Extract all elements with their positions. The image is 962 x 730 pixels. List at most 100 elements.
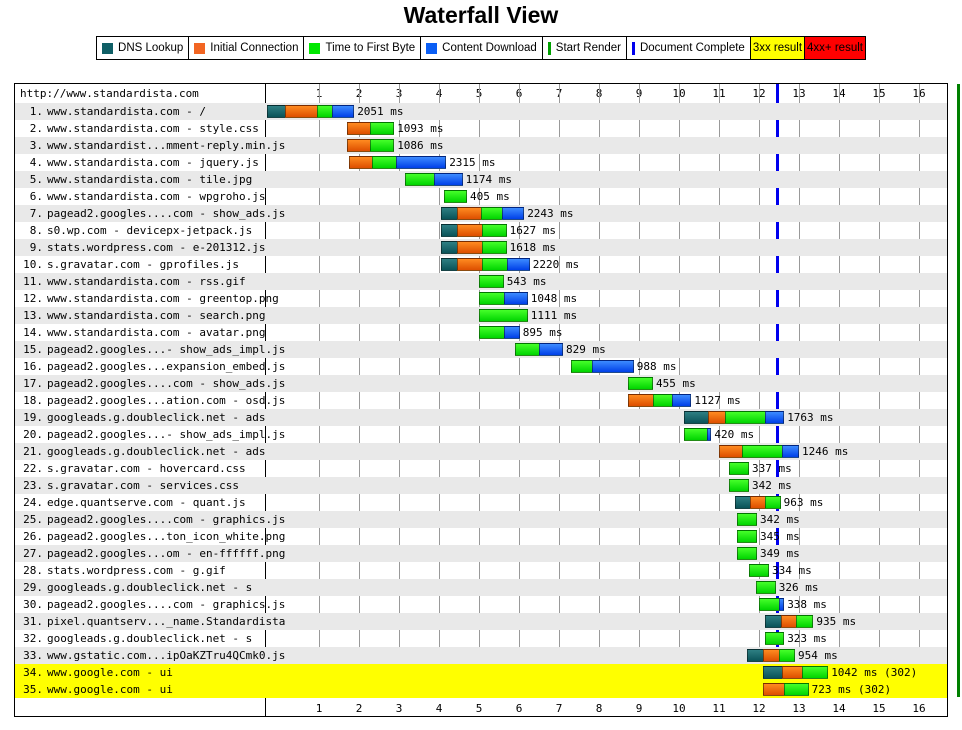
bar-segment-conn <box>719 445 743 458</box>
waterfall-bar[interactable] <box>737 547 757 560</box>
waterfall-bar[interactable] <box>267 105 355 118</box>
waterfall-bar[interactable] <box>765 632 785 645</box>
legend-label: DNS Lookup <box>118 42 184 54</box>
bar-duration-label: 723 ms (302) <box>811 683 892 696</box>
table-row[interactable]: 18. pagead2.googles...ation.com - osd.js 1… <box>15 392 947 409</box>
table-row[interactable]: 22. s.gravatar.com - hovercard.css 337 ms <box>15 460 947 477</box>
table-row[interactable]: 25. pagead2.googles....com - graphics.js 3… <box>15 511 947 528</box>
waterfall-bar[interactable] <box>628 394 692 407</box>
row-index: 8. <box>29 224 43 237</box>
waterfall-bar[interactable] <box>347 139 395 152</box>
table-row[interactable]: 3. www.standardist...mment-reply.min.js 10… <box>15 137 947 154</box>
waterfall-bar[interactable] <box>763 683 809 696</box>
x-tick-label: 2 <box>355 702 363 715</box>
table-row[interactable]: 9. stats.wordpress.com - e-201312.js 1618 … <box>15 239 947 256</box>
table-row[interactable]: 26. pagead2.googles...ton_icon_white.png 3… <box>15 528 947 545</box>
x-tick-label: 13 <box>792 87 806 100</box>
table-row[interactable]: 23. s.gravatar.com - services.css 342 ms <box>15 477 947 494</box>
table-row[interactable]: 29. googleads.g.doubleclick.net - s 326 ms <box>15 579 947 596</box>
table-row[interactable]: 31. pixel.quantserv..._name.Standardista 9… <box>15 613 947 630</box>
waterfall-bar[interactable] <box>765 615 814 628</box>
table-row[interactable]: 35. www.google.com - ui 723 ms (302) <box>15 681 947 698</box>
waterfall-bar[interactable] <box>441 258 530 271</box>
waterfall-bar[interactable] <box>441 207 525 220</box>
bar-segment-conn <box>763 649 779 662</box>
row-track: 1086 ms <box>266 137 949 154</box>
waterfall-bar[interactable] <box>759 598 785 611</box>
table-row[interactable]: 6. www.standardista.com - wpgroho.js 405 m… <box>15 188 947 205</box>
waterfall-bar[interactable] <box>571 360 634 373</box>
table-row[interactable]: 28. stats.wordpress.com - g.gif 334 ms <box>15 562 947 579</box>
row-index: 23. <box>23 479 43 492</box>
table-row[interactable]: 11. www.standardista.com - rss.gif 543 ms <box>15 273 947 290</box>
row-resource-name: www.standardista.com - avatar.png <box>47 326 266 339</box>
x-tick-label: 6 <box>515 702 523 715</box>
waterfall-bar[interactable] <box>441 241 507 254</box>
waterfall-bar[interactable] <box>479 292 528 305</box>
row-index: 13. <box>23 309 43 322</box>
table-row[interactable]: 14. www.standardista.com - avatar.png 895 … <box>15 324 947 341</box>
table-row[interactable]: 7. pagead2.googles....com - show_ads.js 22… <box>15 205 947 222</box>
bar-segment-dns <box>441 207 457 220</box>
table-row[interactable]: 20. pagead2.googles...- show_ads_impl.js 4… <box>15 426 947 443</box>
row-index: 26. <box>23 530 43 543</box>
waterfall-bar[interactable] <box>749 564 769 577</box>
time-to-first-byte-swatch-icon <box>309 42 321 54</box>
table-row[interactable]: 24. edge.quantserve.com - quant.js 963 ms <box>15 494 947 511</box>
table-row[interactable]: 4. www.standardista.com - jquery.js 2315 m… <box>15 154 947 171</box>
waterfall-bar[interactable] <box>443 190 467 203</box>
table-row[interactable]: 12. www.standardista.com - greentop.png 10… <box>15 290 947 307</box>
waterfall-bar[interactable] <box>479 275 504 288</box>
waterfall-bar[interactable] <box>735 496 781 509</box>
waterfall-bar[interactable] <box>747 649 795 662</box>
table-row[interactable]: 2. www.standardista.com - style.css 1093 m… <box>15 120 947 137</box>
waterfall-bar[interactable] <box>737 530 757 543</box>
bar-segment-ttfb <box>749 564 769 577</box>
table-row[interactable]: 30. pagead2.googles....com - graphics.js 3… <box>15 596 947 613</box>
table-row[interactable]: 1. www.standardista.com - / 2051 ms <box>15 103 947 120</box>
waterfall-bar[interactable] <box>755 581 776 594</box>
table-row[interactable]: 8. s0.wp.com - devicepx-jetpack.js 1627 ms <box>15 222 947 239</box>
legend-item-4xx-result: 4xx+ result <box>805 37 865 59</box>
row-label: 13. www.standardista.com - search.png <box>15 307 265 324</box>
table-row[interactable]: 27. pagead2.googles...om - en-ffffff.png 3… <box>15 545 947 562</box>
waterfall-bar[interactable] <box>479 309 528 322</box>
waterfall-bar[interactable] <box>737 513 757 526</box>
waterfall-bar[interactable] <box>729 479 749 492</box>
waterfall-bar[interactable] <box>349 156 447 169</box>
table-row[interactable]: 34. www.google.com - ui 1042 ms (302) <box>15 664 947 681</box>
marker-start-render <box>957 84 961 697</box>
row-track: 963 ms <box>266 494 949 511</box>
waterfall-bar[interactable] <box>441 224 507 237</box>
table-row[interactable]: 33. www.gstatic.com...ipOaKZTru4QCmk0.js 9… <box>15 647 947 664</box>
bar-duration-label: 345 ms <box>760 530 800 543</box>
table-row[interactable]: 5. www.standardista.com - tile.jpg 1174 ms <box>15 171 947 188</box>
waterfall-bar[interactable] <box>515 343 563 356</box>
table-row[interactable]: 10. s.gravatar.com - gprofiles.js 2220 ms <box>15 256 947 273</box>
row-track: 2220 ms <box>266 256 949 273</box>
row-label: 1. www.standardista.com - / <box>15 103 265 120</box>
row-resource-name: www.standardista.com - search.png <box>47 309 266 322</box>
waterfall-bar[interactable] <box>719 445 799 458</box>
waterfall-bar[interactable] <box>684 428 712 441</box>
table-row[interactable]: 16. pagead2.googles...expansion_embed.js 9… <box>15 358 947 375</box>
row-track: 1763 ms <box>266 409 949 426</box>
bar-duration-label: 963 ms <box>783 496 824 509</box>
waterfall-bar[interactable] <box>405 173 463 186</box>
bar-segment-conn <box>347 139 371 152</box>
table-row[interactable]: 32. googleads.g.doubleclick.net - s 323 ms <box>15 630 947 647</box>
table-row[interactable]: 19. googleads.g.doubleclick.net - ads 1763… <box>15 409 947 426</box>
waterfall-bar[interactable] <box>684 411 785 424</box>
row-track: 345 ms <box>266 528 949 545</box>
waterfall-bar[interactable] <box>628 377 653 390</box>
row-resource-name: s.gravatar.com - hovercard.css <box>47 462 246 475</box>
waterfall-bar[interactable] <box>347 122 395 135</box>
table-row[interactable]: 17. pagead2.googles....com - show_ads.js 4… <box>15 375 947 392</box>
waterfall-bar[interactable] <box>479 326 520 339</box>
table-row[interactable]: 13. www.standardista.com - search.png 1111… <box>15 307 947 324</box>
table-row[interactable]: 15. pagead2.googles...- show_ads_impl.js 8… <box>15 341 947 358</box>
waterfall-bar[interactable] <box>729 462 749 475</box>
waterfall-bar[interactable] <box>763 666 829 679</box>
row-track: 1127 ms <box>266 392 949 409</box>
table-row[interactable]: 21. googleads.g.doubleclick.net - ads 1246… <box>15 443 947 460</box>
